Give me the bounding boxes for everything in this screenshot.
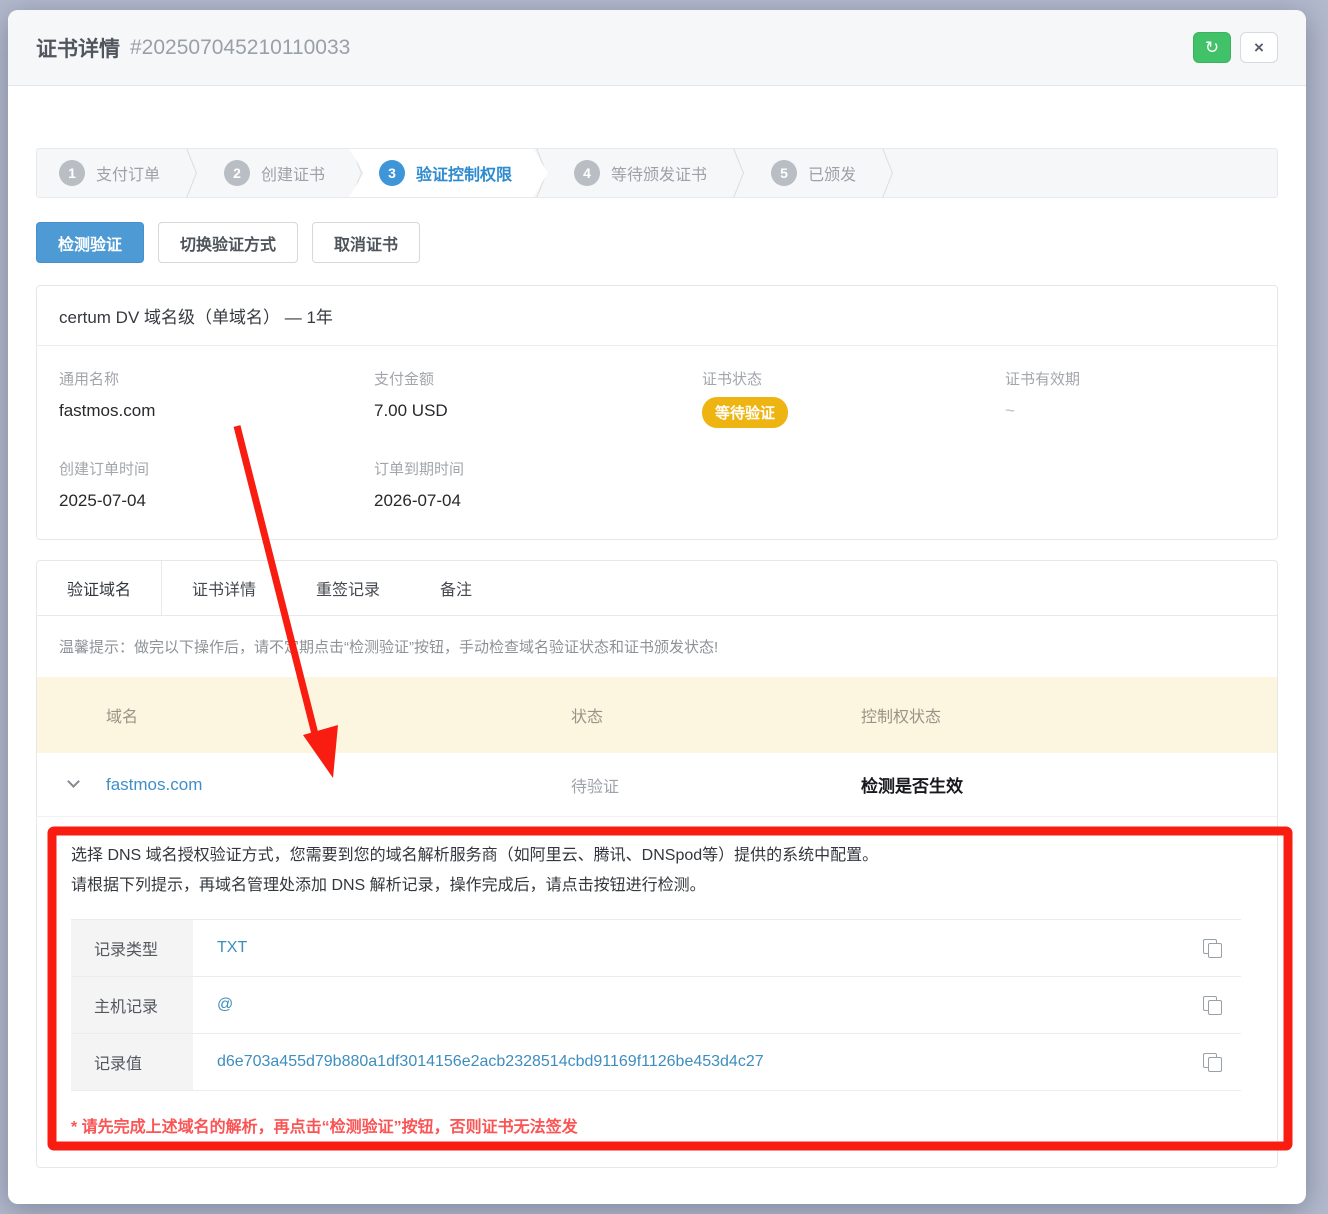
col-control: 控制权状态 [861,677,1277,753]
step-create-cert: 2 创建证书 [202,149,347,197]
step-separator [182,149,202,197]
domain-link[interactable]: fastmos.com [106,775,202,794]
step-number: 1 [59,160,85,186]
close-button[interactable]: × [1240,32,1278,63]
step-separator [729,149,749,197]
domain-table-header: 域名 状态 控制权状态 [37,677,1277,753]
dns-intro-line2: 请根据下列提示，再域名管理处添加 DNS 解析记录，操作完成后，请点击按钮进行检… [71,871,1241,901]
refresh-button[interactable]: ↻ [1193,32,1231,63]
chevron-down-icon[interactable] [67,775,80,788]
tab-cert-detail[interactable]: 证书详情 [162,561,286,615]
header-actions: ↻ × [1193,32,1278,63]
dns-record-table: 记录类型 TXT 主机记录 @ 记录值 d6e703a455d79b880a1d… [71,919,1241,1091]
dns-row-record-type: 记录类型 TXT [71,920,1241,977]
certificate-detail-modal: 证书详情 #202507045210110033 ↻ × 1 支付订单 2 创建… [8,10,1306,1204]
step-verify-control: 3 验证控制权限 [349,149,548,197]
steps-filler [898,149,1277,197]
cancel-certificate-button[interactable]: 取消证书 [312,222,420,263]
field-cert-status: 证书状态 等待验证 [702,368,1005,428]
step-number: 5 [771,160,797,186]
certificate-fields: 通用名称 fastmos.com 支付金额 7.00 USD 证书状态 等待验证… [37,346,1277,539]
modal-body: 1 支付订单 2 创建证书 3 验证控制权限 4 等待颁发证书 5 已颁发 [8,148,1306,1168]
dns-intro-line1: 选择 DNS 域名授权验证方式，您需要到您的域名解析服务商（如阿里云、腾讯、DN… [71,841,1241,871]
field-created-time: 创建订单时间 2025-07-04 [59,458,374,511]
domain-status: 待验证 [571,754,861,816]
record-type-value: TXT [193,920,1183,976]
copy-icon[interactable] [1203,939,1222,958]
control-status-action[interactable]: 检测是否生效 [861,753,1277,816]
step-separator [878,149,898,197]
tab-resign-record[interactable]: 重签记录 [286,561,410,615]
modal-header: 证书详情 #202507045210110033 ↻ × [8,10,1306,86]
step-number: 2 [224,160,250,186]
col-status: 状态 [571,677,861,753]
step-wait-issue: 4 等待颁发证书 [552,149,729,197]
field-common-name: 通用名称 fastmos.com [59,368,374,428]
detect-verify-button[interactable]: 检测验证 [36,222,144,263]
copy-icon[interactable] [1203,1053,1222,1072]
step-number: 4 [574,160,600,186]
status-badge: 等待验证 [702,397,788,428]
refresh-icon: ↻ [1205,38,1219,58]
modal-title: 证书详情 [36,33,120,63]
tip-text: 温馨提示：做完以下操作后，请不定期点击“检测验证”按钮，手动检查域名验证状态和证… [37,616,1277,677]
dns-row-host-record: 主机记录 @ [71,977,1241,1034]
order-id: #202507045210110033 [130,36,350,60]
field-validity: 证书有效期 ~ [1005,368,1255,428]
action-buttons: 检测验证 切换验证方式 取消证书 [36,222,1278,263]
copy-icon[interactable] [1203,996,1222,1015]
field-amount: 支付金额 7.00 USD [374,368,702,428]
dns-row-record-value: 记录值 d6e703a455d79b880a1df3014156e2acb232… [71,1034,1241,1091]
domain-table-row: fastmos.com 待验证 检测是否生效 [37,753,1277,817]
switch-verify-method-button[interactable]: 切换验证方式 [158,222,298,263]
step-wizard: 1 支付订单 2 创建证书 3 验证控制权限 4 等待颁发证书 5 已颁发 [36,148,1278,198]
tab-remark[interactable]: 备注 [410,561,502,615]
detail-tabs-card: 验证域名 证书详情 重签记录 备注 温馨提示：做完以下操作后，请不定期点击“检测… [36,560,1278,1168]
step-number: 3 [379,160,405,186]
tab-verify-domain[interactable]: 验证域名 [37,561,162,615]
close-icon: × [1254,38,1264,58]
dns-verification-panel: 选择 DNS 域名授权验证方式，您需要到您的域名解析服务商（如阿里云、腾讯、DN… [37,817,1277,1167]
field-expire-time: 订单到期时间 2026-07-04 [374,458,702,511]
record-value: d6e703a455d79b880a1df3014156e2acb2328514… [193,1034,1183,1090]
tab-bar: 验证域名 证书详情 重签记录 备注 [37,561,1277,616]
step-pay-order: 1 支付订单 [37,149,182,197]
col-domain: 域名 [37,677,571,753]
product-title: certum DV 域名级（单域名） — 1年 [37,286,1277,346]
dns-warning-text: * 请先完成上述域名的解析，再点击“检测验证”按钮，否则证书无法签发 [71,1113,1241,1137]
host-record-value: @ [193,977,1183,1033]
step-issued: 5 已颁发 [749,149,878,197]
certificate-info-card: certum DV 域名级（单域名） — 1年 通用名称 fastmos.com… [36,285,1278,540]
